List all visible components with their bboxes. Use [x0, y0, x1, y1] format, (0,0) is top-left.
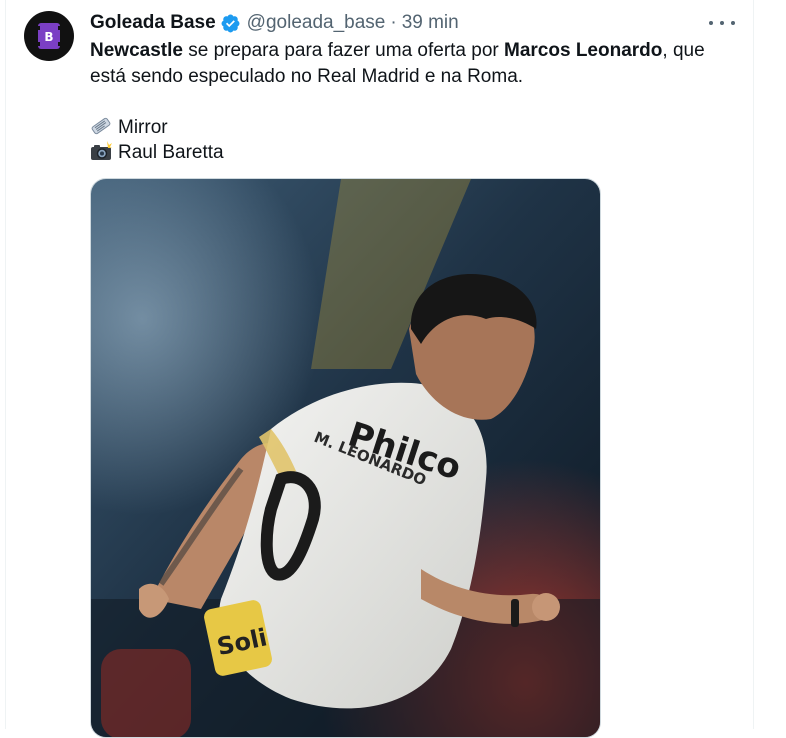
avatar[interactable]: B	[24, 11, 74, 61]
newspaper-icon	[90, 116, 112, 136]
source-name: Mirror	[118, 116, 168, 138]
mention-player: Marcos Leonardo	[504, 40, 663, 61]
more-options-icon[interactable]	[709, 12, 735, 34]
verified-badge-icon	[220, 13, 241, 34]
tweet-body: Newcastle se prepara para fazer uma ofer…	[90, 38, 730, 89]
photographer-name: Raul Baretta	[118, 142, 224, 163]
user-handle[interactable]: @goleada_base	[247, 12, 386, 34]
timestamp[interactable]: 39 min	[402, 12, 459, 34]
timeline-border-right	[753, 0, 754, 729]
tweet-card[interactable]: B Goleada Base @goleada_base · 39 min Ne…	[0, 0, 786, 738]
goleada-logo-icon: B	[36, 23, 62, 49]
tweet-header: Goleada Base @goleada_base · 39 min	[90, 11, 459, 35]
tweet-photo[interactable]: Philco M. LEONARDO Soli	[90, 178, 601, 738]
tweet-text-segment: se prepara para fazer uma oferta por	[182, 40, 505, 61]
timeline-border-left	[5, 0, 6, 729]
camera-flash-icon	[90, 141, 112, 161]
avatar-letter: B	[44, 30, 53, 44]
photo-credit-line: Raul Baretta	[90, 140, 730, 166]
mention-newcastle: Newcastle	[90, 40, 183, 61]
display-name[interactable]: Goleada Base	[90, 12, 216, 34]
separator-dot: ·	[390, 12, 397, 33]
source-line: Mirror	[90, 115, 730, 141]
tweet-text: Newcastle se prepara para fazer uma ofer…	[90, 38, 730, 166]
